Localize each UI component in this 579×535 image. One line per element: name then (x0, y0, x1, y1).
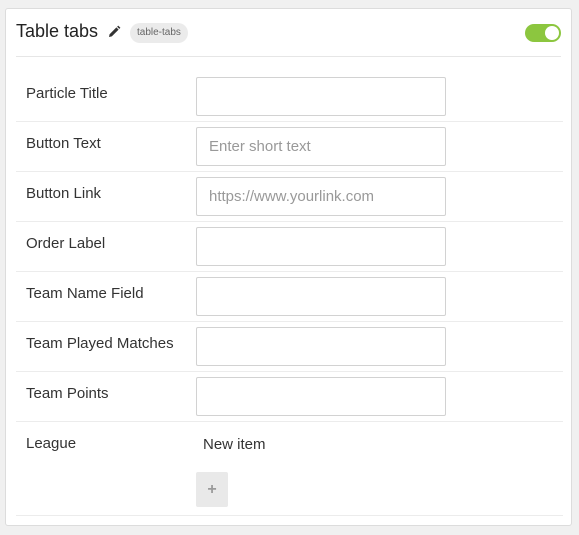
field-label: League (26, 435, 77, 452)
field-label: Button Link (26, 185, 102, 202)
particle-title-input[interactable] (196, 77, 446, 116)
fields-list: Particle Title Button Text Button Link O… (16, 72, 563, 516)
tag-badge: table-tabs (130, 23, 188, 43)
panel-header: Table tabs table-tabs (6, 9, 571, 57)
field-row-button-link: Button Link (16, 172, 563, 222)
field-row-league: League New item + (16, 422, 563, 516)
button-link-input[interactable] (196, 177, 446, 216)
field-label: Button Text (26, 135, 101, 152)
field-label: Order Label (26, 235, 106, 252)
button-text-input[interactable] (196, 127, 446, 166)
field-label: Team Name Field (26, 285, 144, 302)
field-label: Team Points (26, 385, 109, 402)
panel-title: Table tabs (16, 21, 99, 41)
team-played-matches-input[interactable] (196, 327, 446, 366)
field-row-order-label: Order Label (16, 222, 563, 272)
particle-panel: Table tabs table-tabs Particle Title But… (5, 8, 572, 526)
field-row-team-points: Team Points (16, 372, 563, 422)
field-row-team-played-matches: Team Played Matches (16, 322, 563, 372)
plus-icon: + (207, 481, 217, 498)
enable-toggle[interactable] (525, 24, 561, 42)
add-item-button[interactable]: + (196, 472, 228, 507)
field-row-team-name-field: Team Name Field (16, 272, 563, 322)
league-list-item[interactable]: New item (203, 436, 266, 453)
field-label: Team Played Matches (26, 335, 174, 352)
team-name-field-input[interactable] (196, 277, 446, 316)
pencil-icon[interactable] (107, 25, 121, 39)
divider (16, 56, 561, 57)
field-row-button-text: Button Text (16, 122, 563, 172)
field-row-particle-title: Particle Title (16, 72, 563, 122)
team-points-input[interactable] (196, 377, 446, 416)
order-label-input[interactable] (196, 227, 446, 266)
toggle-knob (545, 26, 559, 40)
field-label: Particle Title (26, 85, 108, 102)
